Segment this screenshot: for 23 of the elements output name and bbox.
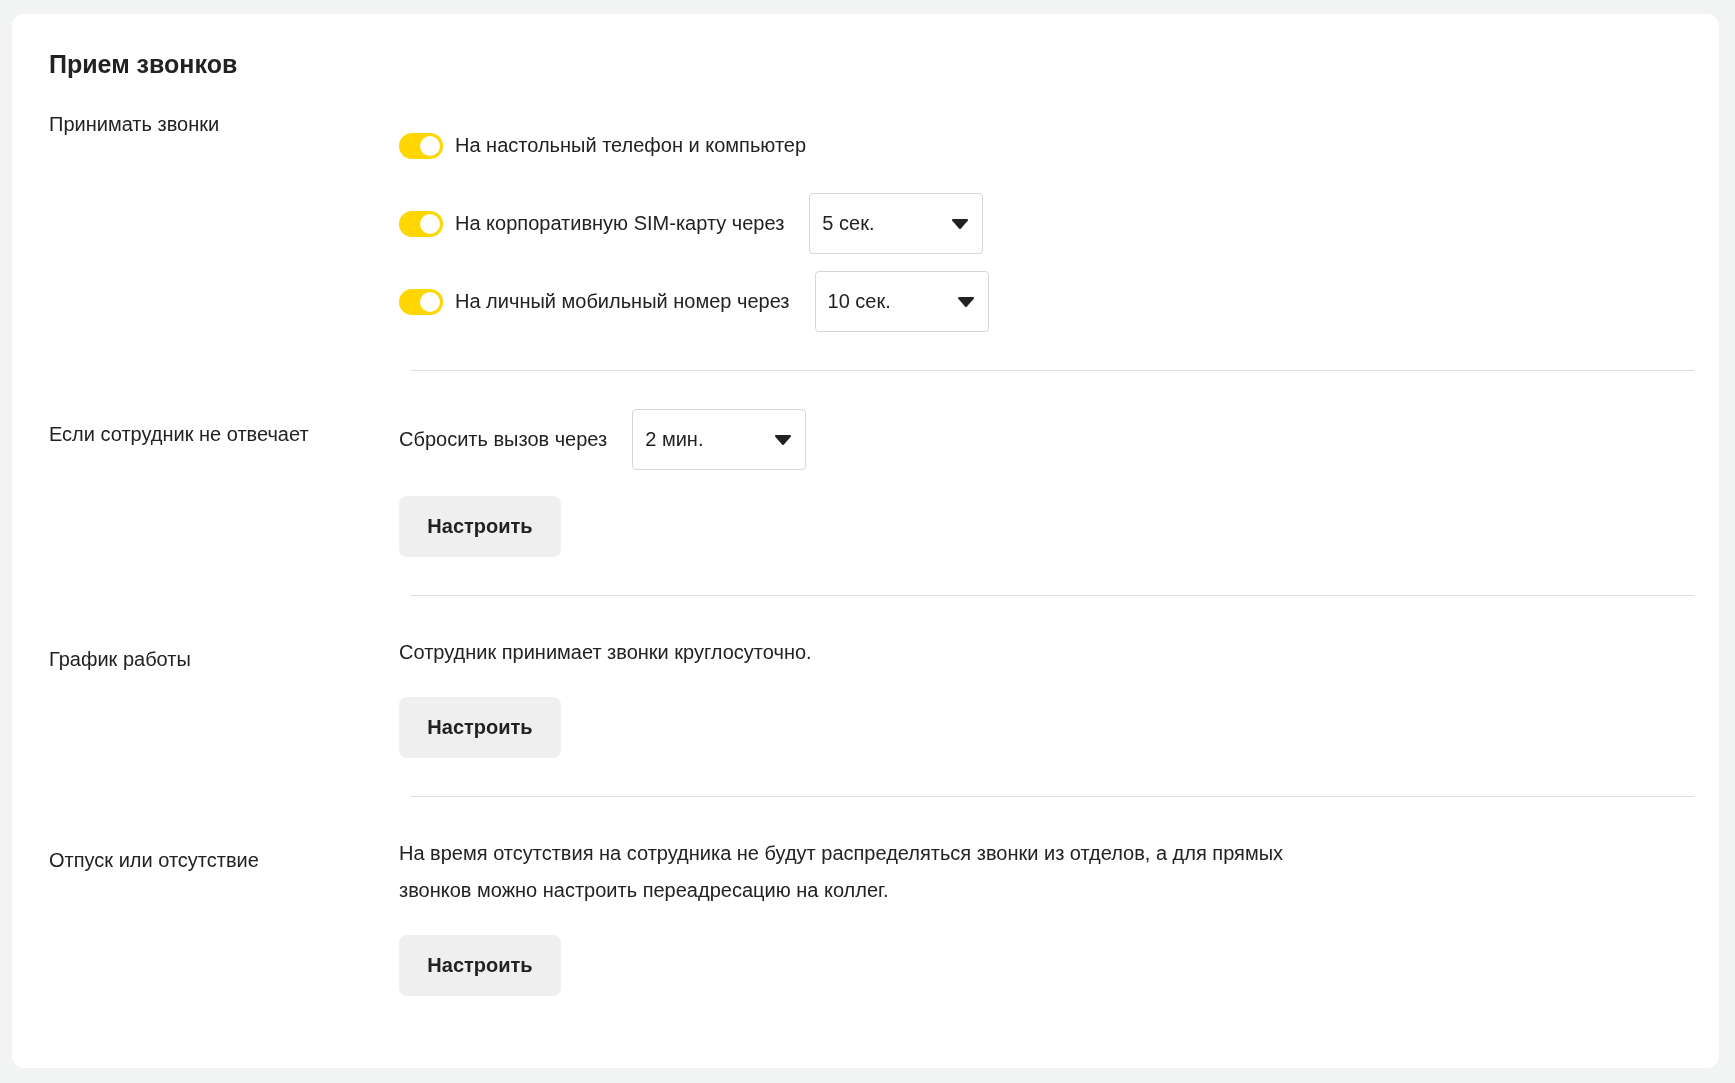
toggle-label: На личный мобильный номер через bbox=[455, 290, 790, 313]
toggle-label: На настольный телефон и компьютер bbox=[455, 134, 807, 157]
dropdown-select[interactable]: 2 мин. bbox=[632, 409, 807, 470]
setting-label: Принимать звонки bbox=[49, 112, 221, 137]
section-title: Прием звонков bbox=[49, 50, 239, 79]
caret-icon bbox=[775, 434, 792, 445]
configure-button[interactable]: Настроить bbox=[399, 496, 561, 557]
setting-label: Отпуск или отсутствие bbox=[49, 848, 260, 873]
toggle-switch[interactable] bbox=[399, 132, 443, 159]
toggle-switch[interactable] bbox=[399, 288, 443, 315]
setting-label: Если сотрудник не отвечает bbox=[49, 422, 310, 447]
dropdown-select[interactable]: 5 сек. bbox=[809, 193, 984, 254]
description-text: Сотрудник принимает звонки круглосуточно. bbox=[399, 640, 813, 665]
configure-button[interactable]: Настроить bbox=[399, 697, 561, 758]
dropdown-select[interactable]: 10 сек. bbox=[814, 271, 989, 332]
toggle-switch[interactable] bbox=[399, 210, 443, 237]
description-text: На время отсутствия на сотрудника не будут распределяться звонки из отделов, а для прямых звонков можно настроить переадресацию на коллег. bbox=[399, 841, 1285, 903]
caret-icon bbox=[952, 218, 969, 229]
setting-text: Сбросить вызов через bbox=[399, 428, 608, 451]
caret-icon bbox=[957, 296, 974, 307]
toggle-label: На корпоративную SIM-карту через bbox=[455, 212, 785, 235]
setting-label: График работы bbox=[49, 647, 192, 672]
configure-button[interactable]: Настроить bbox=[399, 935, 561, 996]
